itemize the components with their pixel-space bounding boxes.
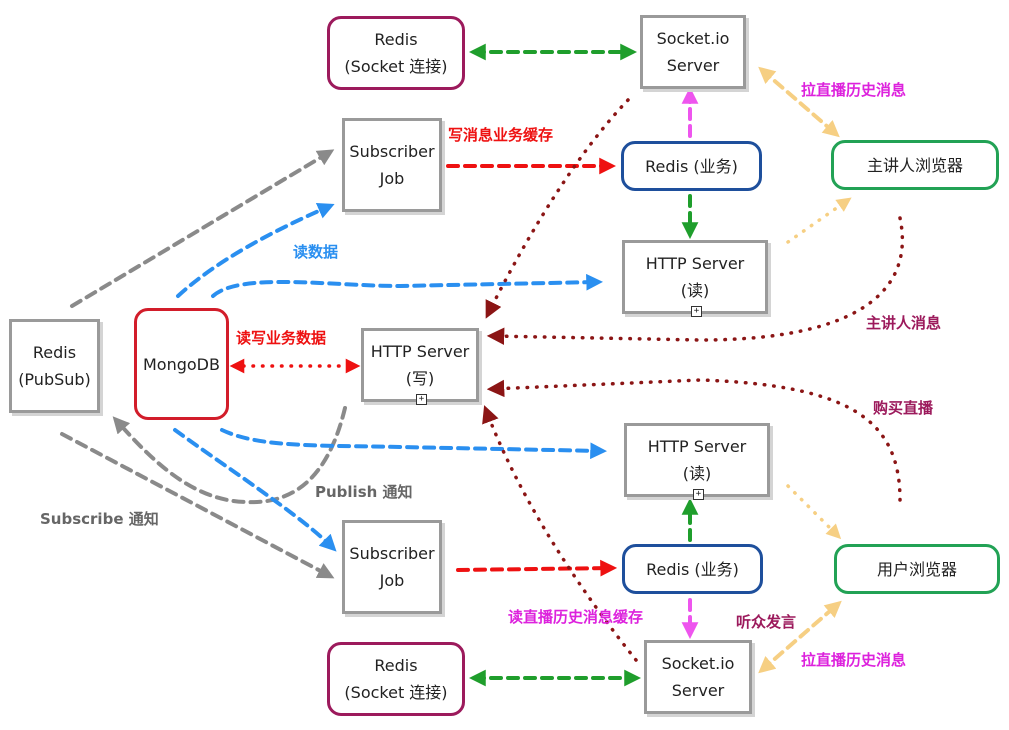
node-line: Redis (业务) [646, 559, 739, 579]
redis-business-bottom-node: Redis (业务) [622, 544, 763, 594]
label-read-write-data: 读写业务数据 [236, 329, 327, 347]
node-line: (Socket 连接) [344, 683, 448, 702]
socketio-server-top-node: Socket.io Server [640, 15, 746, 89]
http-server-read-bottom-node: HTTP Server (读) + [624, 423, 770, 500]
node-line: 用户浏览器 [876, 559, 957, 579]
redis-socket-bottom-node: Redis (Socket 连接) [327, 642, 465, 716]
node-line: Job [379, 571, 405, 590]
node-line: Subscriber [349, 142, 435, 161]
expand-plus-icon[interactable]: + [693, 489, 704, 500]
redis-socket-top-node: Redis (Socket 连接) [327, 16, 465, 90]
node-line: Socket.io [656, 29, 730, 48]
subscriber-job-bottom-node: Subscriber Job [342, 520, 442, 614]
user-browser-node: 用户浏览器 [834, 544, 1000, 594]
node-line: MongoDB [143, 354, 220, 374]
label-history-bottom: 拉直播历史消息 [801, 651, 907, 669]
node-line: Socket.io [661, 654, 735, 673]
label-audience-speak: 听众发言 [736, 613, 797, 631]
label-read-history-cache: 读直播历史消息缓存 [508, 608, 644, 626]
node-line: Redis [374, 30, 418, 49]
node-line: Redis [32, 343, 77, 362]
edge-subscriber-bottom-to-redis-business [456, 559, 618, 577]
node-line: Redis (业务) [645, 156, 738, 176]
node-line: (读) [680, 281, 710, 300]
label-subscribe: Subscribe 通知 [40, 510, 159, 528]
node-line: Server [671, 681, 725, 700]
http-server-write-node: HTTP Server (写) + [361, 328, 479, 405]
redis-business-top-node: Redis (业务) [621, 141, 762, 191]
edge-mongodb-to-subscriber-bottom [173, 428, 337, 552]
node-line: (Socket 连接) [344, 57, 448, 76]
label-presenter-message: 主讲人消息 [866, 314, 942, 332]
node-line: (写) [405, 369, 435, 388]
label-write-cache: 写消息业务缓存 [448, 126, 554, 144]
node-line: Job [379, 169, 405, 188]
expand-plus-icon[interactable]: + [691, 306, 702, 317]
edge-mongodb-to-http-read-bottom [220, 428, 608, 460]
node-line: Subscriber [349, 544, 435, 563]
edge-pubsub-to-subscriber-top [70, 149, 335, 308]
label-history-top: 拉直播历史消息 [801, 81, 907, 99]
label-buy-live: 购买直播 [873, 399, 934, 417]
node-line: HTTP Server [370, 342, 470, 361]
redis-pubsub-node: Redis (PubSub) [9, 319, 100, 413]
presenter-browser-node: 主讲人浏览器 [831, 140, 999, 190]
edge-publish-to-pubsub [112, 406, 347, 505]
http-server-read-top-node: HTTP Server (读) + [622, 240, 768, 317]
node-line: HTTP Server [645, 254, 745, 273]
socketio-server-bottom-node: Socket.io Server [644, 640, 752, 714]
node-line: HTTP Server [647, 437, 747, 456]
node-line: 主讲人浏览器 [866, 155, 963, 175]
label-read-data: 读数据 [293, 243, 339, 261]
node-line: (读) [682, 464, 712, 483]
edge-subscribe-to-subscriber-bottom [60, 432, 335, 579]
node-line: Redis [374, 656, 418, 675]
mongodb-node: MongoDB [134, 308, 229, 420]
expand-plus-icon[interactable]: + [416, 394, 427, 405]
label-publish: Publish 通知 [315, 483, 413, 501]
node-line: Server [666, 56, 720, 75]
edge-mongodb-to-http-read-top [211, 273, 604, 298]
subscriber-job-top-node: Subscriber Job [342, 118, 442, 212]
edge-http-read-top-to-presenter [786, 197, 852, 244]
edge-http-read-bottom-to-user [786, 484, 842, 540]
node-line: (PubSub) [18, 370, 91, 389]
